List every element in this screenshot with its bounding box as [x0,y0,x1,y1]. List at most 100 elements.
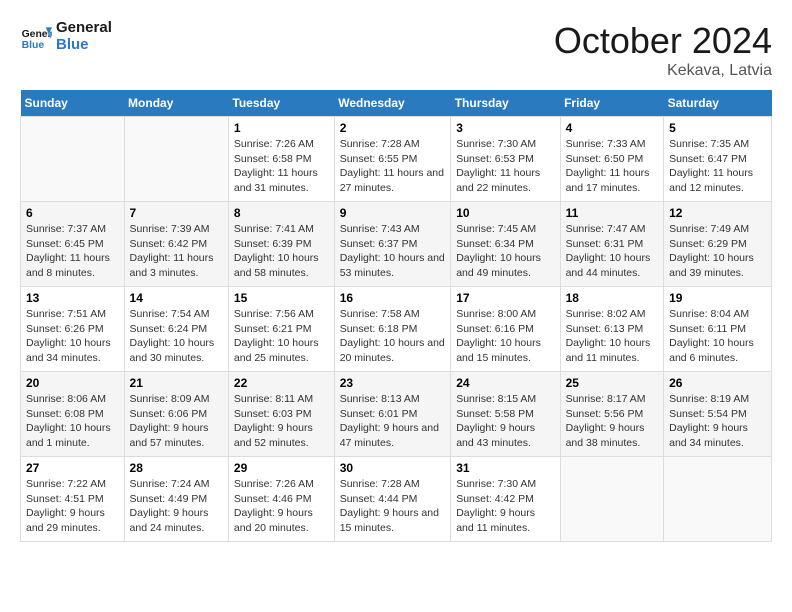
day-content: Sunrise: 8:17 AMSunset: 5:56 PMDaylight:… [566,392,659,451]
day-number: 31 [456,461,554,475]
month-title: October 2024 [554,20,772,62]
week-row-5: 27 Sunrise: 7:22 AMSunset: 4:51 PMDayligh… [21,457,772,542]
day-number: 6 [26,206,119,220]
calendar-cell: 15 Sunrise: 7:56 AMSunset: 6:21 PMDayligh… [228,287,334,372]
calendar-cell [664,457,772,542]
day-number: 19 [669,291,766,305]
day-content: Sunrise: 7:28 AMSunset: 4:44 PMDaylight:… [340,477,446,536]
day-content: Sunrise: 8:06 AMSunset: 6:08 PMDaylight:… [26,392,119,451]
week-row-3: 13Sunrise: 7:51 AMSunset: 6:26 PMDayligh… [21,287,772,372]
day-number: 27 [26,461,119,475]
day-content: Sunrise: 8:11 AMSunset: 6:03 PMDaylight:… [234,392,329,451]
calendar-cell [124,117,228,202]
day-number: 16 [340,291,446,305]
calendar-cell: 1 Sunrise: 7:26 AMSunset: 6:58 PMDaylight… [228,117,334,202]
calendar-cell: 14 Sunrise: 7:54 AMSunset: 6:24 PMDayligh… [124,287,228,372]
calendar-cell: 12Sunrise: 7:49 AMSunset: 6:29 PMDayligh… [664,202,772,287]
day-content: Sunrise: 8:00 AMSunset: 6:16 PMDaylight:… [456,307,554,366]
calendar-cell: 21Sunrise: 8:09 AMSunset: 6:06 PMDayligh… [124,372,228,457]
day-content: Sunrise: 8:15 AMSunset: 5:58 PMDaylight:… [456,392,554,451]
calendar-cell: 20 Sunrise: 8:06 AMSunset: 6:08 PMDayligh… [21,372,125,457]
weekday-header-friday: Friday [560,90,664,117]
day-content: Sunrise: 7:28 AMSunset: 6:55 PMDaylight:… [340,137,446,196]
calendar-cell [560,457,664,542]
day-number: 2 [340,121,446,135]
day-content: Sunrise: 7:43 AMSunset: 6:37 PMDaylight:… [340,222,446,281]
day-content: Sunrise: 8:02 AMSunset: 6:13 PMDaylight:… [566,307,659,366]
day-number: 13 [26,291,119,305]
calendar-cell: 7 Sunrise: 7:39 AMSunset: 6:42 PMDaylight… [124,202,228,287]
day-content: Sunrise: 7:39 AMSunset: 6:42 PMDaylight:… [130,222,223,281]
day-number: 24 [456,376,554,390]
calendar-cell [21,117,125,202]
day-number: 18 [566,291,659,305]
weekday-header-thursday: Thursday [451,90,560,117]
calendar-cell: 5Sunrise: 7:35 AMSunset: 6:47 PMDaylight… [664,117,772,202]
day-content: Sunrise: 7:49 AMSunset: 6:29 PMDaylight:… [669,222,766,281]
calendar-cell: 28Sunrise: 7:24 AMSunset: 4:49 PMDayligh… [124,457,228,542]
day-number: 28 [130,461,223,475]
weekday-header-monday: Monday [124,90,228,117]
calendar-cell: 17 Sunrise: 8:00 AMSunset: 6:16 PMDayligh… [451,287,560,372]
calendar-cell: 30 Sunrise: 7:28 AMSunset: 4:44 PMDayligh… [334,457,451,542]
day-number: 9 [340,206,446,220]
calendar-cell: 18 Sunrise: 8:02 AMSunset: 6:13 PMDayligh… [560,287,664,372]
calendar-body: 1 Sunrise: 7:26 AMSunset: 6:58 PMDaylight… [21,117,772,542]
calendar-cell: 25 Sunrise: 8:17 AMSunset: 5:56 PMDayligh… [560,372,664,457]
calendar-cell: 10Sunrise: 7:45 AMSunset: 6:34 PMDayligh… [451,202,560,287]
logo: General Blue General Blue [20,20,112,53]
day-content: Sunrise: 7:56 AMSunset: 6:21 PMDaylight:… [234,307,329,366]
day-content: Sunrise: 7:22 AMSunset: 4:51 PMDaylight:… [26,477,119,536]
day-number: 1 [234,121,329,135]
day-number: 25 [566,376,659,390]
title-area: October 2024 Kekava, Latvia [554,20,772,80]
day-number: 14 [130,291,223,305]
day-content: Sunrise: 8:13 AMSunset: 6:01 PMDaylight:… [340,392,446,451]
calendar-cell: 29Sunrise: 7:26 AMSunset: 4:46 PMDayligh… [228,457,334,542]
day-content: Sunrise: 7:30 AMSunset: 6:53 PMDaylight:… [456,137,554,196]
calendar-cell: 22Sunrise: 8:11 AMSunset: 6:03 PMDayligh… [228,372,334,457]
day-content: Sunrise: 7:33 AMSunset: 6:50 PMDaylight:… [566,137,659,196]
weekday-header-tuesday: Tuesday [228,90,334,117]
calendar-cell: 31Sunrise: 7:30 AMSunset: 4:42 PMDayligh… [451,457,560,542]
calendar-cell: 2 Sunrise: 7:28 AMSunset: 6:55 PMDaylight… [334,117,451,202]
calendar-cell: 9 Sunrise: 7:43 AMSunset: 6:37 PMDaylight… [334,202,451,287]
day-number: 4 [566,121,659,135]
day-content: Sunrise: 7:54 AMSunset: 6:24 PMDaylight:… [130,307,223,366]
day-number: 21 [130,376,223,390]
day-number: 7 [130,206,223,220]
calendar-cell: 24 Sunrise: 8:15 AMSunset: 5:58 PMDayligh… [451,372,560,457]
day-number: 15 [234,291,329,305]
day-content: Sunrise: 7:58 AMSunset: 6:18 PMDaylight:… [340,307,446,366]
weekday-header-saturday: Saturday [664,90,772,117]
logo-icon: General Blue [20,21,52,53]
day-content: Sunrise: 7:47 AMSunset: 6:31 PMDaylight:… [566,222,659,281]
calendar-cell: 4 Sunrise: 7:33 AMSunset: 6:50 PMDaylight… [560,117,664,202]
day-number: 30 [340,461,446,475]
day-content: Sunrise: 7:26 AMSunset: 6:58 PMDaylight:… [234,137,329,196]
day-content: Sunrise: 7:35 AMSunset: 6:47 PMDaylight:… [669,137,766,196]
location: Kekava, Latvia [554,62,772,80]
calendar-cell: 23Sunrise: 8:13 AMSunset: 6:01 PMDayligh… [334,372,451,457]
week-row-2: 6 Sunrise: 7:37 AMSunset: 6:45 PMDaylight… [21,202,772,287]
day-content: Sunrise: 8:04 AMSunset: 6:11 PMDaylight:… [669,307,766,366]
week-row-1: 1 Sunrise: 7:26 AMSunset: 6:58 PMDaylight… [21,117,772,202]
day-number: 17 [456,291,554,305]
day-content: Sunrise: 7:45 AMSunset: 6:34 PMDaylight:… [456,222,554,281]
calendar-table: SundayMondayTuesdayWednesdayThursdayFrid… [20,90,772,542]
week-row-4: 20 Sunrise: 8:06 AMSunset: 6:08 PMDayligh… [21,372,772,457]
calendar-cell: 8Sunrise: 7:41 AMSunset: 6:39 PMDaylight… [228,202,334,287]
day-number: 11 [566,206,659,220]
day-content: Sunrise: 7:26 AMSunset: 4:46 PMDaylight:… [234,477,329,536]
calendar-cell: 13Sunrise: 7:51 AMSunset: 6:26 PMDayligh… [21,287,125,372]
svg-text:Blue: Blue [22,40,45,51]
day-number: 20 [26,376,119,390]
calendar-cell: 3 Sunrise: 7:30 AMSunset: 6:53 PMDaylight… [451,117,560,202]
logo-text-general: General [56,20,112,37]
day-content: Sunrise: 7:37 AMSunset: 6:45 PMDaylight:… [26,222,119,281]
day-number: 3 [456,121,554,135]
weekday-header-wednesday: Wednesday [334,90,451,117]
weekday-header-sunday: Sunday [21,90,125,117]
day-number: 26 [669,376,766,390]
weekday-header-row: SundayMondayTuesdayWednesdayThursdayFrid… [21,90,772,117]
